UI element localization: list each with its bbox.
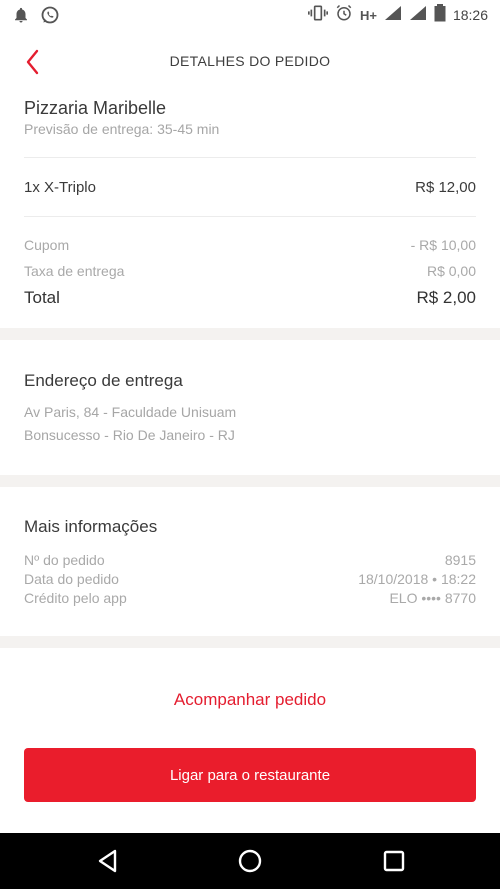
status-left-icons [12,5,60,30]
recents-square-icon [380,850,408,879]
restaurant-name: Pizzaria Maribelle [24,98,167,118]
total-label: Total [24,288,60,307]
item-price: R$ 12,00 [415,178,476,196]
more-info-title: Mais informações [24,517,158,536]
delivery-fee-row: Taxa de entrega R$ 0,00 [24,262,476,280]
whatsapp-icon [40,5,60,30]
notification-bell-icon [12,6,30,29]
call-restaurant-button[interactable]: Ligar para o restaurante [24,748,476,802]
call-restaurant-label: Ligar para o restaurante [169,766,331,784]
order-date-label: Data do pedido [24,571,119,587]
address-line-1: Av Paris, 84 - Faculdade Unisuam [24,404,237,420]
coupon-label: Cupom [24,237,70,253]
section-separator [0,636,500,648]
clock: 18:26 [452,7,488,23]
signal-icon [384,5,402,26]
section-separator [0,328,500,340]
status-right-icons: H+ 18:26 [307,3,488,27]
track-order-link[interactable]: Acompanhar pedido [0,690,500,710]
signal-icon-2 [409,5,427,26]
coupon-value: - R$ 10,00 [410,237,476,253]
total-value: R$ 2,00 [416,288,476,307]
page-title: DETALHES DO PEDIDO [169,53,331,69]
payment-value: ELO •••• 8770 [389,590,476,606]
item-name: 1x X-Triplo [24,178,96,196]
network-type-label: H+ [359,7,377,23]
order-number-value: 8915 [444,552,476,568]
address-line-2: Bonsucesso - Rio De Janeiro - RJ [24,427,235,443]
nav-recents-button[interactable] [380,847,408,875]
order-number-label: Nº do pedido [24,552,105,568]
back-triangle-icon [94,849,122,879]
total-row: Total R$ 2,00 [24,287,476,309]
divider [24,157,476,158]
delivery-fee-value: R$ 0,00 [426,263,476,279]
payment-label: Crédito pelo app [24,590,127,606]
order-item-row: 1x X-Triplo R$ 12,00 [24,177,476,197]
alarm-icon [335,4,353,27]
coupon-row: Cupom - R$ 10,00 [24,236,476,254]
battery-icon [434,3,446,27]
payment-row: Crédito pelo app ELO •••• 8770 [24,589,476,607]
status-bar: H+ 18:26 [0,0,500,30]
delivery-estimate: Previsão de entrega: 35-45 min [24,121,220,137]
vibrate-icon [307,4,328,27]
home-circle-icon [236,849,264,879]
order-date-value: 18/10/2018 • 18:22 [358,571,476,587]
android-nav-bar [0,833,500,889]
delivery-fee-label: Taxa de entrega [24,263,125,279]
app-header: DETALHES DO PEDIDO [0,30,500,90]
address-title: Endereço de entrega [24,371,183,390]
order-number-row: Nº do pedido 8915 [24,551,476,569]
nav-back-button[interactable] [94,847,122,875]
nav-home-button[interactable] [236,847,264,875]
order-date-row: Data do pedido 18/10/2018 • 18:22 [24,570,476,588]
divider [24,216,476,217]
section-separator [0,475,500,487]
